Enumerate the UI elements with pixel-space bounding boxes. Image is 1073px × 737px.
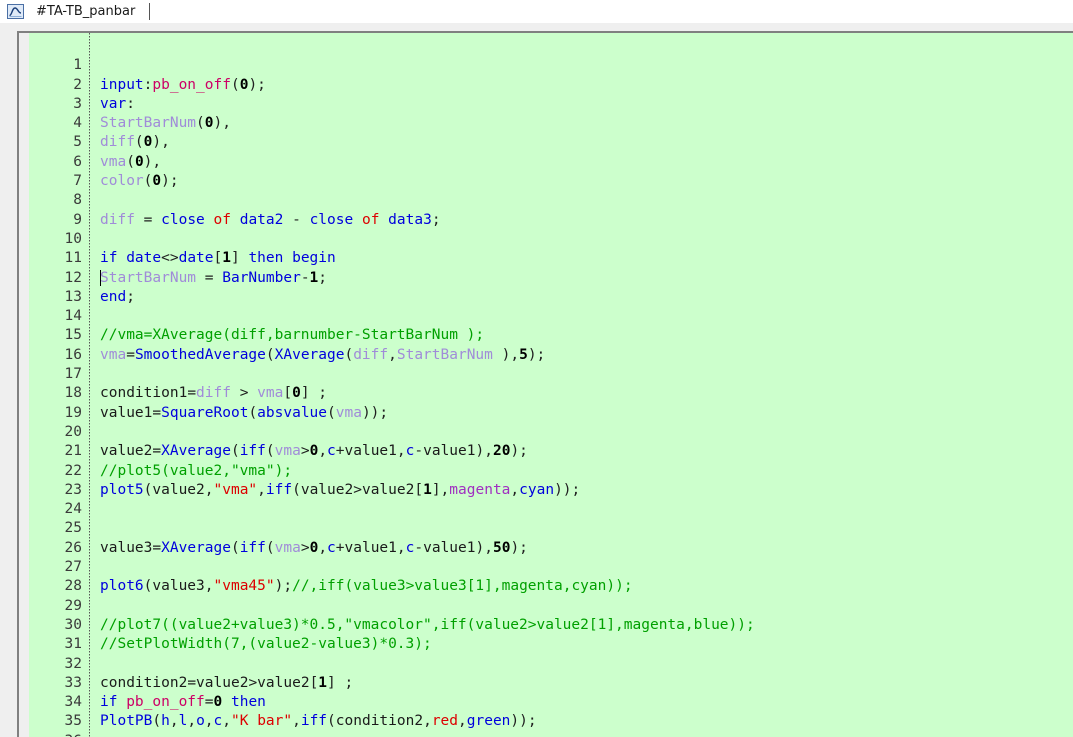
code-line[interactable]: 21 //plot5(value2,"vma");: [29, 423, 1073, 478]
code-line[interactable]: 26: [29, 519, 1073, 556]
code-line[interactable]: 7: [29, 153, 1073, 189]
code-line-list: 1 input:pb_on_off(0); 2 var: 3 StartBarN…: [29, 37, 1073, 737]
code-line[interactable]: 14 //vma=XAverage(diff,barnumber-StartBa…: [29, 288, 1073, 343]
code-line[interactable]: 19: [29, 384, 1073, 421]
code-line[interactable]: 27 plot6(value3,"vma45");//,iff(value3>v…: [29, 539, 1073, 594]
tab-ta-tb-panbar[interactable]: #TA-TB_panbar: [0, 0, 151, 23]
code-line[interactable]: 9: [29, 191, 1073, 228]
code-line[interactable]: 23: [29, 462, 1073, 498]
code-line[interactable]: 30 //SetPlotWidth(7,(value2-value3)*0.3)…: [29, 597, 1073, 652]
code-line[interactable]: 15 vma=SmoothedAverage(XAverage(diff,Sta…: [29, 307, 1073, 362]
code-line[interactable]: 18 value1=SquareRoot(absvalue(vma));: [29, 365, 1073, 420]
code-line[interactable]: 17 condition1=diff > vma[0] ;: [29, 346, 1073, 401]
code-line[interactable]: 25 value3=XAverage(iff(vma>0,c+value1,c-…: [29, 500, 1073, 555]
code-line[interactable]: 11 StartBarNum = BarNumber-1;: [29, 230, 1073, 285]
code-line[interactable]: 2 var:: [29, 56, 1073, 112]
code-line[interactable]: 32 condition2=value2>value2[1] ;: [29, 635, 1073, 691]
code-surface[interactable]: 1 input:pb_on_off(0); 2 var: 3 StartBarN…: [29, 33, 1073, 737]
code-line[interactable]: 22 plot5(value2,"vma",iff(value2>value2[…: [29, 442, 1073, 498]
code-line[interactable]: 16: [29, 326, 1073, 363]
code-line[interactable]: 12 end;: [29, 249, 1073, 305]
tab-bar: #TA-TB_panbar: [0, 0, 1073, 23]
line-number: 36: [29, 732, 82, 737]
code-line[interactable]: 24: [29, 481, 1073, 517]
toolbar-strip: [0, 23, 1073, 31]
code-line[interactable]: 35: [29, 693, 1073, 729]
code-line[interactable]: 28: [29, 558, 1073, 594]
code-line[interactable]: 5 vma(0),: [29, 114, 1073, 169]
code-line[interactable]: 3 StartBarNum(0),: [29, 76, 1073, 131]
chart-wave-icon: [7, 4, 24, 19]
code-line[interactable]: 33 if pb_on_off=0 then: [29, 655, 1073, 710]
code-line[interactable]: 29 //plot7((value2+value3)*0.5,"vmacolor…: [29, 577, 1073, 633]
code-line[interactable]: 31: [29, 616, 1073, 652]
code-line[interactable]: 6 color(0);: [29, 133, 1073, 189]
code-line-cursor[interactable]: 13: [29, 269, 1073, 305]
code-line[interactable]: 8 diff = close of data2 - close of data3…: [29, 172, 1073, 227]
code-line[interactable]: 36: [29, 712, 1073, 737]
text-cursor: [100, 269, 101, 286]
code-line[interactable]: 4 diff(0),: [29, 95, 1073, 150]
tab-separator: [149, 3, 151, 20]
code-editor[interactable]: 1 input:pb_on_off(0); 2 var: 3 StartBarN…: [0, 31, 1073, 737]
code-line[interactable]: 20 value2=XAverage(iff(vma>0,c+value1,c-…: [29, 404, 1073, 459]
code-line[interactable]: 34 PlotPB(h,l,o,c,"K bar",iff(condition2…: [29, 674, 1073, 729]
code-line[interactable]: 10 if date<>date[1] then begin: [29, 211, 1073, 266]
code-line[interactable]: 1 input:pb_on_off(0);: [29, 37, 1073, 92]
tab-label: #TA-TB_panbar: [36, 4, 136, 19]
bookmark-gutter[interactable]: [19, 33, 29, 737]
